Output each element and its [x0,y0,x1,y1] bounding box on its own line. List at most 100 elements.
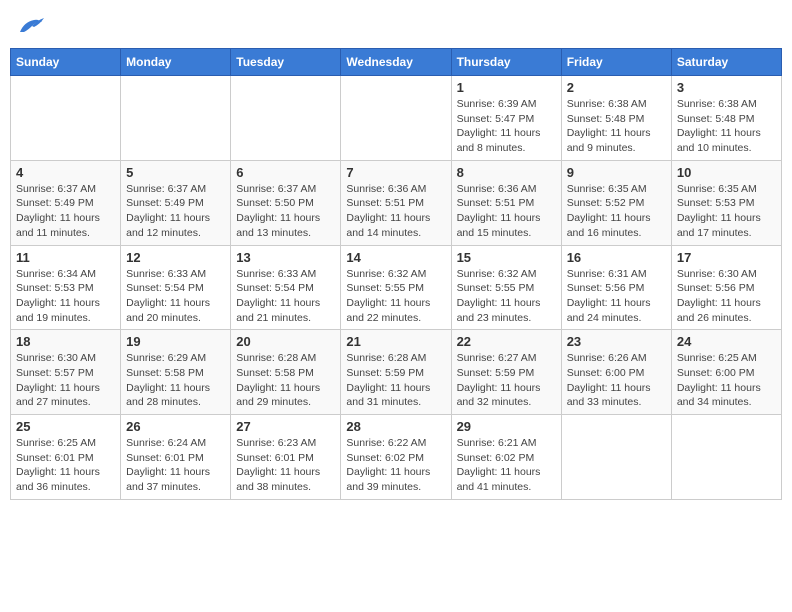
calendar-cell: 11 Sunrise: 6:34 AMSunset: 5:53 PMDayligh… [11,245,121,330]
day-info: Sunrise: 6:22 AMSunset: 6:02 PMDaylight:… [346,436,445,495]
day-number: 9 [567,165,666,180]
calendar-cell: 6 Sunrise: 6:37 AMSunset: 5:50 PMDaylight… [231,160,341,245]
calendar-cell: 19 Sunrise: 6:29 AMSunset: 5:58 PMDayligh… [121,330,231,415]
calendar-cell [121,76,231,161]
day-info: Sunrise: 6:31 AMSunset: 5:56 PMDaylight:… [567,267,666,326]
day-number: 2 [567,80,666,95]
day-number: 11 [16,250,115,265]
calendar-week-row: 11 Sunrise: 6:34 AMSunset: 5:53 PMDayligh… [11,245,782,330]
calendar-cell: 25 Sunrise: 6:25 AMSunset: 6:01 PMDayligh… [11,415,121,500]
day-number: 23 [567,334,666,349]
day-number: 15 [457,250,556,265]
logo-bird-icon [16,14,44,36]
calendar-cell: 3 Sunrise: 6:38 AMSunset: 5:48 PMDaylight… [671,76,781,161]
calendar-cell: 7 Sunrise: 6:36 AMSunset: 5:51 PMDaylight… [341,160,451,245]
calendar-cell: 14 Sunrise: 6:32 AMSunset: 5:55 PMDayligh… [341,245,451,330]
calendar-cell: 1 Sunrise: 6:39 AMSunset: 5:47 PMDaylight… [451,76,561,161]
day-info: Sunrise: 6:29 AMSunset: 5:58 PMDaylight:… [126,351,225,410]
calendar-week-row: 18 Sunrise: 6:30 AMSunset: 5:57 PMDayligh… [11,330,782,415]
day-number: 28 [346,419,445,434]
calendar-cell: 26 Sunrise: 6:24 AMSunset: 6:01 PMDayligh… [121,415,231,500]
calendar-cell [671,415,781,500]
day-info: Sunrise: 6:25 AMSunset: 6:01 PMDaylight:… [16,436,115,495]
day-info: Sunrise: 6:25 AMSunset: 6:00 PMDaylight:… [677,351,776,410]
day-info: Sunrise: 6:35 AMSunset: 5:52 PMDaylight:… [567,182,666,241]
calendar-cell: 23 Sunrise: 6:26 AMSunset: 6:00 PMDayligh… [561,330,671,415]
day-number: 17 [677,250,776,265]
day-info: Sunrise: 6:35 AMSunset: 5:53 PMDaylight:… [677,182,776,241]
day-header-saturday: Saturday [671,49,781,76]
day-info: Sunrise: 6:30 AMSunset: 5:57 PMDaylight:… [16,351,115,410]
calendar-week-row: 25 Sunrise: 6:25 AMSunset: 6:01 PMDayligh… [11,415,782,500]
day-info: Sunrise: 6:27 AMSunset: 5:59 PMDaylight:… [457,351,556,410]
day-info: Sunrise: 6:24 AMSunset: 6:01 PMDaylight:… [126,436,225,495]
calendar-cell: 17 Sunrise: 6:30 AMSunset: 5:56 PMDayligh… [671,245,781,330]
day-number: 19 [126,334,225,349]
calendar-table: SundayMondayTuesdayWednesdayThursdayFrid… [10,48,782,500]
day-number: 20 [236,334,335,349]
day-number: 4 [16,165,115,180]
day-number: 26 [126,419,225,434]
calendar-cell: 2 Sunrise: 6:38 AMSunset: 5:48 PMDaylight… [561,76,671,161]
day-number: 8 [457,165,556,180]
day-header-thursday: Thursday [451,49,561,76]
day-info: Sunrise: 6:26 AMSunset: 6:00 PMDaylight:… [567,351,666,410]
day-info: Sunrise: 6:37 AMSunset: 5:49 PMDaylight:… [126,182,225,241]
day-number: 10 [677,165,776,180]
page-header [10,10,782,40]
day-info: Sunrise: 6:39 AMSunset: 5:47 PMDaylight:… [457,97,556,156]
day-info: Sunrise: 6:36 AMSunset: 5:51 PMDaylight:… [457,182,556,241]
day-number: 13 [236,250,335,265]
calendar-cell: 15 Sunrise: 6:32 AMSunset: 5:55 PMDayligh… [451,245,561,330]
calendar-cell [231,76,341,161]
calendar-cell: 8 Sunrise: 6:36 AMSunset: 5:51 PMDaylight… [451,160,561,245]
day-number: 1 [457,80,556,95]
calendar-cell [341,76,451,161]
day-info: Sunrise: 6:37 AMSunset: 5:50 PMDaylight:… [236,182,335,241]
day-info: Sunrise: 6:32 AMSunset: 5:55 PMDaylight:… [346,267,445,326]
day-header-friday: Friday [561,49,671,76]
calendar-cell: 5 Sunrise: 6:37 AMSunset: 5:49 PMDaylight… [121,160,231,245]
day-number: 3 [677,80,776,95]
calendar-cell: 21Sunrise: 6:28 AMSunset: 5:59 PMDayligh… [341,330,451,415]
day-header-tuesday: Tuesday [231,49,341,76]
day-number: 12 [126,250,225,265]
calendar-cell: 27 Sunrise: 6:23 AMSunset: 6:01 PMDayligh… [231,415,341,500]
day-number: 24 [677,334,776,349]
day-info: Sunrise: 6:36 AMSunset: 5:51 PMDaylight:… [346,182,445,241]
calendar-cell [561,415,671,500]
calendar-cell: 22 Sunrise: 6:27 AMSunset: 5:59 PMDayligh… [451,330,561,415]
calendar-cell: 24 Sunrise: 6:25 AMSunset: 6:00 PMDayligh… [671,330,781,415]
day-info: Sunrise: 6:33 AMSunset: 5:54 PMDaylight:… [236,267,335,326]
logo [16,14,48,36]
day-info: Sunrise: 6:32 AMSunset: 5:55 PMDaylight:… [457,267,556,326]
calendar-week-row: 4 Sunrise: 6:37 AMSunset: 5:49 PMDaylight… [11,160,782,245]
day-info: Sunrise: 6:30 AMSunset: 5:56 PMDaylight:… [677,267,776,326]
calendar-cell [11,76,121,161]
calendar-cell: 16Sunrise: 6:31 AMSunset: 5:56 PMDayligh… [561,245,671,330]
day-info: Sunrise: 6:38 AMSunset: 5:48 PMDaylight:… [677,97,776,156]
day-number: 14 [346,250,445,265]
day-number: 27 [236,419,335,434]
day-info: Sunrise: 6:21 AMSunset: 6:02 PMDaylight:… [457,436,556,495]
day-info: Sunrise: 6:28 AMSunset: 5:58 PMDaylight:… [236,351,335,410]
day-number: 29 [457,419,556,434]
day-number: 22 [457,334,556,349]
day-header-monday: Monday [121,49,231,76]
day-info: Sunrise: 6:37 AMSunset: 5:49 PMDaylight:… [16,182,115,241]
day-info: Sunrise: 6:38 AMSunset: 5:48 PMDaylight:… [567,97,666,156]
day-number: 6 [236,165,335,180]
day-header-sunday: Sunday [11,49,121,76]
calendar-cell: 13 Sunrise: 6:33 AMSunset: 5:54 PMDayligh… [231,245,341,330]
calendar-cell: 12Sunrise: 6:33 AMSunset: 5:54 PMDayligh… [121,245,231,330]
calendar-cell: 28 Sunrise: 6:22 AMSunset: 6:02 PMDayligh… [341,415,451,500]
day-info: Sunrise: 6:34 AMSunset: 5:53 PMDaylight:… [16,267,115,326]
calendar-cell: 20 Sunrise: 6:28 AMSunset: 5:58 PMDayligh… [231,330,341,415]
day-number: 5 [126,165,225,180]
day-number: 18 [16,334,115,349]
day-number: 7 [346,165,445,180]
day-info: Sunrise: 6:23 AMSunset: 6:01 PMDaylight:… [236,436,335,495]
calendar-cell: 18 Sunrise: 6:30 AMSunset: 5:57 PMDayligh… [11,330,121,415]
day-number: 25 [16,419,115,434]
day-info: Sunrise: 6:28 AMSunset: 5:59 PMDaylight:… [346,351,445,410]
